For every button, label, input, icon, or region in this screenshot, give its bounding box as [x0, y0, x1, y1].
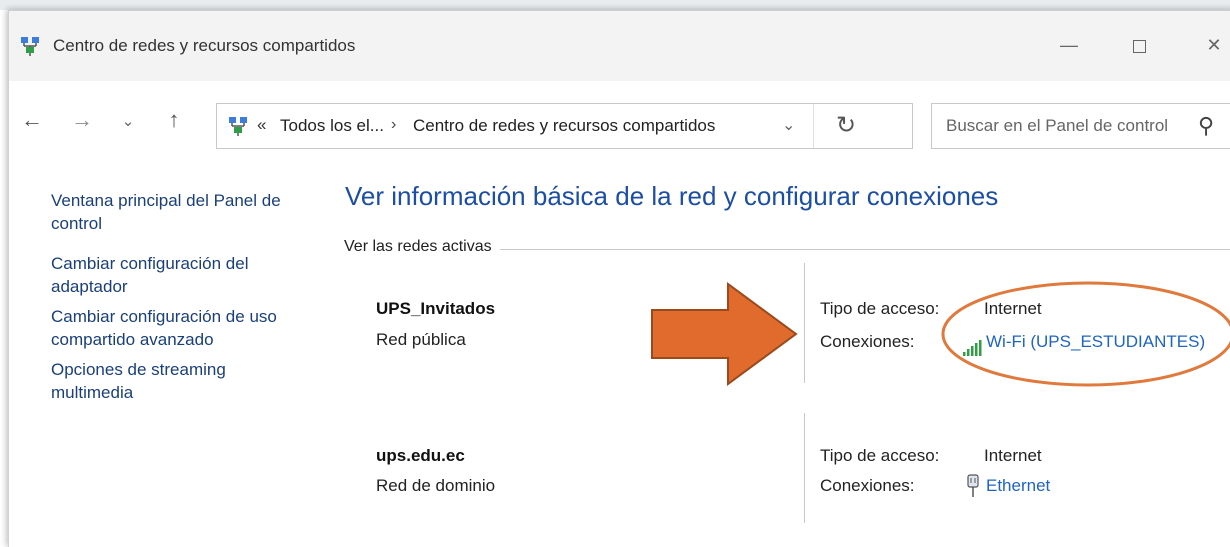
search-input[interactable]: Buscar en el Panel de control: [946, 116, 1168, 136]
ethernet-connection-link[interactable]: Ethernet: [986, 476, 1050, 496]
address-dropdown-button[interactable]: ⌄: [782, 115, 795, 135]
content-area: Ventana principal del Panel de control C…: [9, 163, 1230, 547]
window-title: Centro de redes y recursos compartidos: [53, 36, 356, 55]
recent-locations-button[interactable]: ⌄: [113, 112, 143, 130]
ethernet-icon: [967, 474, 979, 497]
breadcrumb-network-center[interactable]: Centro de redes y recursos compartidos: [413, 116, 715, 136]
network-category: Red pública: [376, 330, 466, 349]
title-bar: Centro de redes y recursos compartidos —…: [9, 11, 1230, 81]
annotation-ellipse: [941, 281, 1230, 387]
maximize-button[interactable]: [1119, 29, 1159, 61]
annotation-arrow: [651, 282, 798, 386]
network-divider: [804, 413, 805, 523]
forward-button[interactable]: →: [67, 107, 97, 133]
minimize-button[interactable]: —: [1049, 29, 1089, 61]
network-name: UPS_Invitados: [376, 299, 496, 318]
search-icon[interactable]: ⚲: [1198, 113, 1214, 139]
background-strip: [0, 0, 1230, 10]
address-divider: [813, 104, 814, 148]
network-divider: [804, 263, 805, 383]
connections-label: Conexiones:: [820, 332, 915, 351]
access-type-value: Internet: [984, 446, 1042, 465]
network-center-icon: [229, 117, 247, 136]
back-button[interactable]: ←: [17, 107, 47, 133]
sidebar-item-advanced-sharing-settings[interactable]: Cambiar configuración de uso compartido …: [51, 305, 301, 351]
access-type-label: Tipo de acceso:: [820, 446, 940, 465]
sidebar-item-media-streaming-options[interactable]: Opciones de streaming multimedia: [51, 358, 301, 404]
sidebar-item-control-panel-home[interactable]: Ventana principal del Panel de control: [51, 189, 301, 235]
maximize-icon: [1132, 39, 1146, 53]
up-button[interactable]: ↑: [159, 107, 189, 133]
breadcrumb-all-items[interactable]: Todos los el...: [280, 116, 384, 136]
sidebar: Ventana principal del Panel de control C…: [51, 189, 301, 421]
breadcrumb-overflow-chevron[interactable]: «: [257, 115, 266, 135]
network-name: ups.edu.ec: [376, 446, 465, 465]
refresh-button[interactable]: ↻: [836, 111, 856, 140]
access-type-label: Tipo de acceso:: [820, 299, 940, 318]
sidebar-item-change-adapter-settings[interactable]: Cambiar configuración del adaptador: [51, 252, 301, 298]
navigation-bar: ← → ⌄ ↑ « Todos los el... › Centro de re…: [9, 81, 1230, 163]
breadcrumb-separator-icon[interactable]: ›: [391, 116, 396, 134]
control-panel-window: Centro de redes y recursos compartidos —…: [8, 10, 1230, 547]
close-button[interactable]: ✕: [1194, 29, 1230, 61]
section-label-active-networks: Ver las redes activas: [344, 238, 500, 256]
page-title: Ver información básica de la red y confi…: [345, 181, 999, 211]
search-box[interactable]: Buscar en el Panel de control ⚲: [931, 103, 1230, 149]
network-category: Red de dominio: [376, 476, 496, 495]
connections-label: Conexiones:: [820, 476, 915, 495]
address-bar[interactable]: « Todos los el... › Centro de redes y re…: [216, 103, 913, 149]
network-center-icon: [21, 37, 39, 56]
